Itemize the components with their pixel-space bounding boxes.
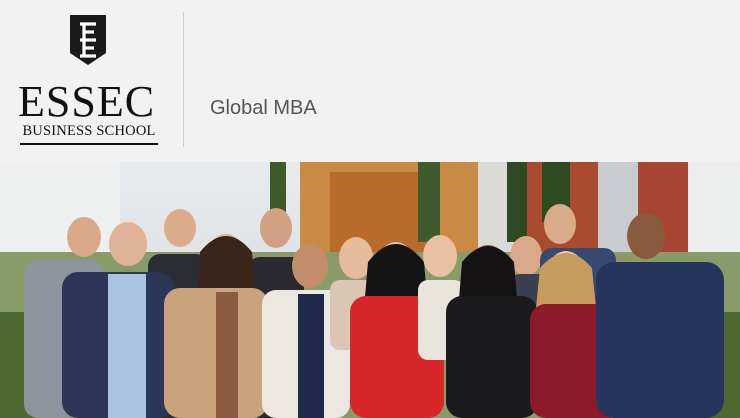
page-header: ESSEC BUSINESS SCHOOL Global MBA (0, 0, 740, 162)
students-group-photo (0, 162, 740, 418)
essec-shield-logo[interactable] (70, 15, 106, 65)
header-divider (183, 12, 184, 147)
program-title: Global MBA (210, 97, 317, 119)
business-school-label: BUSINESS SCHOOL (22, 123, 156, 139)
essec-wordmark[interactable]: ESSEC (18, 80, 155, 124)
logo-rule (20, 143, 158, 145)
